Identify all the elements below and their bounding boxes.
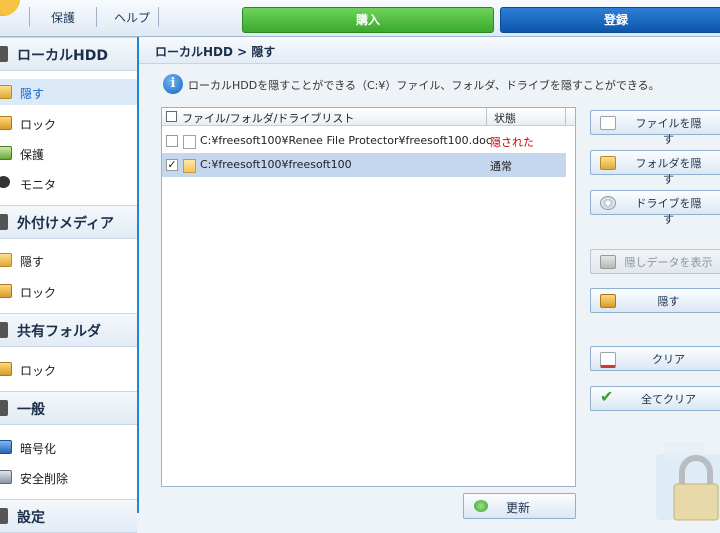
sidebar-section-general[interactable]: 一般 — [0, 391, 137, 425]
section-title: 外付けメディア — [17, 216, 115, 232]
refresh-icon — [474, 500, 488, 512]
protect-menu[interactable]: 保護 — [51, 9, 75, 26]
sidebar-item-label: 隠す — [20, 255, 45, 269]
sidebar-item-label: ロック — [20, 364, 57, 378]
sidebar-section-shared-folder[interactable]: 共有フォルダ — [0, 313, 137, 347]
sidebar-item-label: 保護 — [20, 148, 45, 162]
sidebar: ローカルHDD 隠す ロック 保護 モニタ 外付けメディア 隠す ロック 共有フ… — [0, 37, 139, 533]
file-list[interactable]: ファイル/フォルダ/ドライブリスト 状態 C:¥freesoft100¥Rene… — [161, 107, 576, 487]
list-header: ファイル/フォルダ/ドライブリスト 状態 — [162, 108, 575, 126]
app-logo — [0, 0, 20, 16]
sidebar-item-label: モニタ — [20, 178, 57, 192]
sidebar-item-encrypt[interactable]: 暗号化 — [0, 434, 137, 460]
row-checkbox[interactable]: ✓ — [166, 159, 178, 171]
button-label: ドライブを隠す — [635, 197, 702, 226]
clear-document-icon — [600, 352, 616, 368]
help-menu[interactable]: ヘルプ — [114, 9, 150, 26]
lock-icon — [0, 362, 12, 376]
lock-icon — [600, 255, 616, 269]
sidebar-item-shared-lock[interactable]: ロック — [0, 356, 137, 382]
sidebar-item-external-lock[interactable]: ロック — [0, 278, 137, 304]
column-divider[interactable] — [565, 108, 566, 125]
checkmark-icon: ✔ — [600, 387, 614, 406]
sidebar-item-secure-delete[interactable]: 安全削除 — [0, 464, 137, 490]
select-all-checkbox[interactable] — [166, 111, 177, 122]
button-label: フォルダを隠す — [635, 157, 702, 186]
clear-all-button[interactable]: ✔ 全てクリア — [590, 386, 720, 411]
settings-icon — [0, 508, 8, 524]
toolbar-divider — [158, 7, 159, 27]
hide-drive-button[interactable]: ドライブを隠す — [590, 190, 720, 226]
button-label: クリア — [652, 353, 685, 366]
item-status: 通常 — [490, 160, 512, 173]
sidebar-item-local-lock[interactable]: ロック — [0, 110, 137, 136]
trash-icon — [0, 470, 12, 484]
breadcrumb: ローカルHDD > 隠す — [139, 37, 720, 64]
encrypt-icon — [0, 440, 12, 454]
toolbar-divider — [96, 7, 97, 27]
button-label: 更新 — [506, 501, 531, 515]
hide-folder-icon — [0, 253, 12, 267]
sidebar-item-external-hide[interactable]: 隠す — [0, 247, 137, 273]
file-icon — [600, 116, 616, 130]
button-label: 隠す — [657, 295, 680, 308]
sidebar-item-local-monitor[interactable]: モニタ — [0, 170, 137, 196]
item-path: C:¥freesoft100¥Renee File Protector¥free… — [200, 134, 492, 147]
sidebar-item-label: ロック — [20, 118, 57, 132]
folder-lock-illustration — [656, 442, 720, 521]
sidebar-item-local-hide[interactable]: 隠す — [0, 79, 137, 105]
page-title: ローカルHDD > 隠す — [155, 45, 276, 59]
list-item[interactable]: ✓ C:¥freesoft100¥freesoft100 通常 — [162, 153, 566, 177]
sidebar-section-local-hdd[interactable]: ローカルHDD — [0, 37, 137, 71]
folder-icon — [183, 159, 196, 173]
camera-icon — [0, 176, 10, 188]
info-icon: i — [163, 74, 183, 94]
item-path: C:¥freesoft100¥freesoft100 — [200, 158, 352, 171]
info-text: ローカルHDDを隠すことができる（C:¥）ファイル、フォルダ、ドライブを隠すこと… — [188, 79, 660, 92]
document-icon — [183, 135, 196, 149]
section-title: ローカルHDD — [17, 48, 108, 64]
list-item[interactable]: C:¥freesoft100¥Renee File Protector¥free… — [162, 129, 566, 153]
clear-button[interactable]: クリア — [590, 346, 720, 371]
button-label: 全てクリア — [641, 393, 696, 406]
button-label: 隠しデータを表示 — [624, 256, 713, 269]
disc-icon — [600, 196, 616, 210]
hide-button[interactable]: 隠す — [590, 288, 720, 313]
refresh-button[interactable]: 更新 — [463, 493, 576, 519]
section-title: 設定 — [17, 510, 45, 526]
folder-icon — [600, 156, 616, 170]
sidebar-item-label: 暗号化 — [20, 442, 57, 456]
shared-folder-icon — [0, 322, 8, 338]
section-title: 共有フォルダ — [17, 324, 101, 340]
lock-icon — [600, 294, 616, 308]
item-status: 隠された — [490, 136, 534, 149]
shield-icon — [0, 146, 12, 160]
hide-folder-icon — [0, 85, 12, 99]
toolbar-divider — [29, 7, 30, 27]
sidebar-item-label: 隠す — [20, 87, 45, 101]
button-label: ファイルを隠す — [635, 117, 702, 146]
sidebar-item-label: ロック — [20, 286, 57, 300]
lock-icon — [0, 116, 12, 130]
row-checkbox[interactable] — [166, 135, 178, 147]
buy-button[interactable]: 購入 — [242, 7, 494, 33]
column-header-name[interactable]: ファイル/フォルダ/ドライブリスト — [182, 110, 354, 126]
sidebar-section-external-media[interactable]: 外付けメディア — [0, 205, 137, 239]
top-toolbar: 保護 ヘルプ 購入 登録 — [0, 0, 720, 37]
sidebar-item-label: 安全削除 — [20, 472, 69, 486]
register-button[interactable]: 登録 — [500, 7, 720, 33]
hide-folder-button[interactable]: フォルダを隠す — [590, 150, 720, 186]
column-divider[interactable] — [486, 108, 487, 125]
hide-file-button[interactable]: ファイルを隠す — [590, 110, 720, 146]
sidebar-section-settings[interactable]: 設定 — [0, 499, 137, 533]
tools-icon — [0, 400, 8, 416]
sidebar-item-local-protect[interactable]: 保護 — [0, 140, 137, 166]
section-title: 一般 — [17, 402, 45, 418]
column-header-status[interactable]: 状態 — [494, 110, 516, 126]
usb-drive-icon — [0, 214, 8, 230]
show-hidden-button[interactable]: 隠しデータを表示 — [590, 249, 720, 274]
lock-icon — [0, 284, 12, 298]
hdd-icon — [0, 46, 8, 62]
